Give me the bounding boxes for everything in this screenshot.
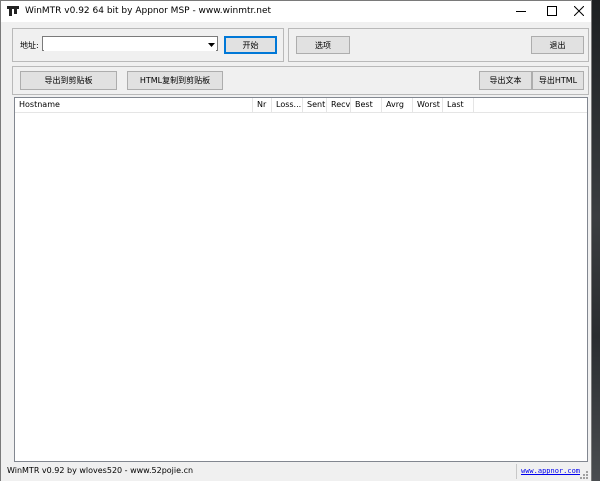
status-text: WinMTR v0.92 by wloves520 - www.52pojie.… — [7, 466, 194, 475]
options-button[interactable]: 选项 — [296, 36, 350, 54]
table-header: Hostname Nr Loss... Sent Recv Best Avrg … — [15, 98, 587, 113]
winmtr-window: WinMTR v0.92 64 bit by Appnor MSP - www.… — [0, 0, 592, 481]
address-input[interactable] — [44, 38, 208, 51]
resize-grip-icon[interactable] — [579, 470, 589, 480]
maximize-icon — [547, 6, 557, 16]
address-label: 地址: — [20, 41, 39, 50]
start-button[interactable]: 开始 — [224, 36, 277, 54]
export-text-button[interactable]: 导出文本 — [479, 71, 532, 90]
column-recv[interactable]: Recv — [327, 98, 351, 112]
minimize-button[interactable] — [507, 1, 535, 21]
address-combobox[interactable] — [42, 36, 218, 51]
results-table[interactable]: Hostname Nr Loss... Sent Recv Best Avrg … — [14, 97, 588, 462]
desktop-background — [592, 0, 600, 481]
column-nr[interactable]: Nr — [253, 98, 272, 112]
column-worst[interactable]: Worst — [413, 98, 443, 112]
copy-html-to-clipboard-button[interactable]: HTML复制到剪贴板 — [127, 71, 223, 90]
copy-text-to-clipboard-button[interactable]: 导出到剪贴板 — [20, 71, 117, 90]
winmtr-app-icon — [7, 6, 19, 16]
column-sent[interactable]: Sent — [303, 98, 327, 112]
column-avrg[interactable]: Avrg — [382, 98, 413, 112]
address-dropdown-button[interactable] — [206, 38, 216, 51]
window-title: WinMTR v0.92 64 bit by Appnor MSP - www.… — [25, 6, 272, 16]
column-loss[interactable]: Loss... — [272, 98, 303, 112]
title-bar[interactable]: WinMTR v0.92 64 bit by Appnor MSP - www.… — [1, 1, 591, 22]
column-best[interactable]: Best — [351, 98, 382, 112]
status-separator — [516, 464, 517, 479]
appnor-link[interactable]: www.appnor.com — [521, 467, 580, 475]
minimize-icon — [516, 11, 526, 12]
column-hostname[interactable]: Hostname — [15, 98, 253, 112]
export-html-button[interactable]: 导出HTML — [532, 71, 584, 90]
maximize-button[interactable] — [538, 1, 566, 21]
chevron-down-icon — [207, 42, 215, 47]
status-bar: WinMTR v0.92 by wloves520 - www.52pojie.… — [1, 462, 591, 481]
exit-button[interactable]: 退出 — [531, 36, 584, 54]
close-icon — [574, 6, 584, 16]
close-button[interactable] — [565, 1, 593, 21]
column-last[interactable]: Last — [443, 98, 474, 112]
